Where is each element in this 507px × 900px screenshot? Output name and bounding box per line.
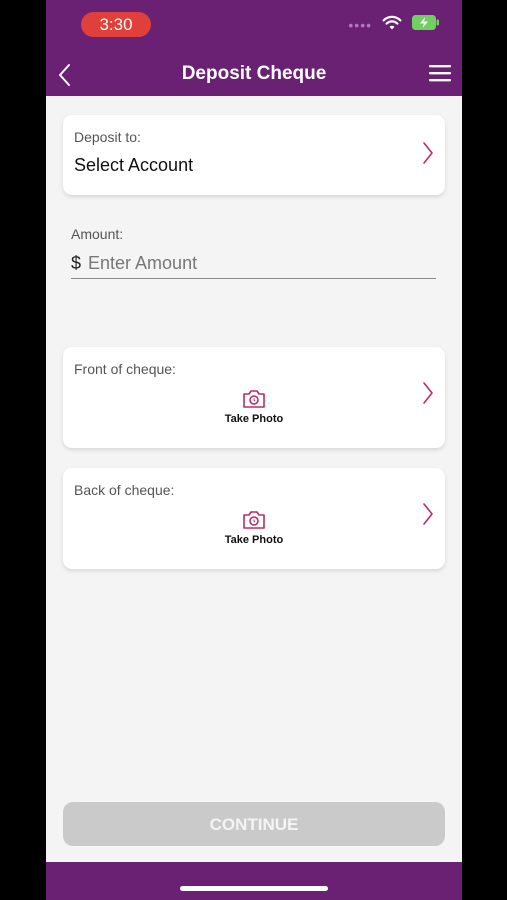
top-bar: 3:30 •••• Deposit Cheque <box>46 0 462 96</box>
status-icons: •••• <box>348 14 440 36</box>
camera-icon <box>243 511 265 529</box>
front-cheque-card[interactable]: Front of cheque: Take Photo <box>63 347 445 448</box>
camera-icon <box>243 390 265 408</box>
select-account-value: Select Account <box>74 155 194 175</box>
continue-button[interactable]: CONTINUE <box>63 802 445 846</box>
menu-button[interactable] <box>428 63 452 83</box>
bottom-bar <box>46 862 462 900</box>
amount-input[interactable] <box>88 252 419 274</box>
take-photo-label: Take Photo <box>224 534 284 546</box>
front-cheque-label: Front of cheque: <box>74 361 176 377</box>
hamburger-menu-icon <box>429 65 451 82</box>
currency-symbol: $ <box>71 252 82 273</box>
amount-label: Amount: <box>71 226 124 242</box>
back-take-photo-button[interactable]: Take Photo <box>63 510 445 546</box>
battery-charging-icon <box>412 15 440 35</box>
signal-icon: •••• <box>348 17 372 33</box>
deposit-to-card[interactable]: Deposit to: Select Account <box>63 115 445 195</box>
amount-field: $ <box>71 248 436 279</box>
home-indicator[interactable] <box>180 886 328 891</box>
phone-screen: 3:30 •••• Deposit Cheque Deposit to: Sel… <box>46 0 462 900</box>
status-time: 3:30 <box>81 12 151 37</box>
chevron-right-icon <box>423 142 433 164</box>
deposit-to-label: Deposit to: <box>74 129 141 145</box>
take-photo-label: Take Photo <box>224 413 284 425</box>
page-title: Deposit Cheque <box>181 63 327 84</box>
wifi-icon <box>382 15 402 36</box>
back-cheque-card[interactable]: Back of cheque: Take Photo <box>63 468 445 569</box>
chevron-right-icon <box>423 503 433 525</box>
back-cheque-label: Back of cheque: <box>74 482 175 498</box>
front-take-photo-button[interactable]: Take Photo <box>63 389 445 425</box>
chevron-right-icon <box>423 382 433 404</box>
